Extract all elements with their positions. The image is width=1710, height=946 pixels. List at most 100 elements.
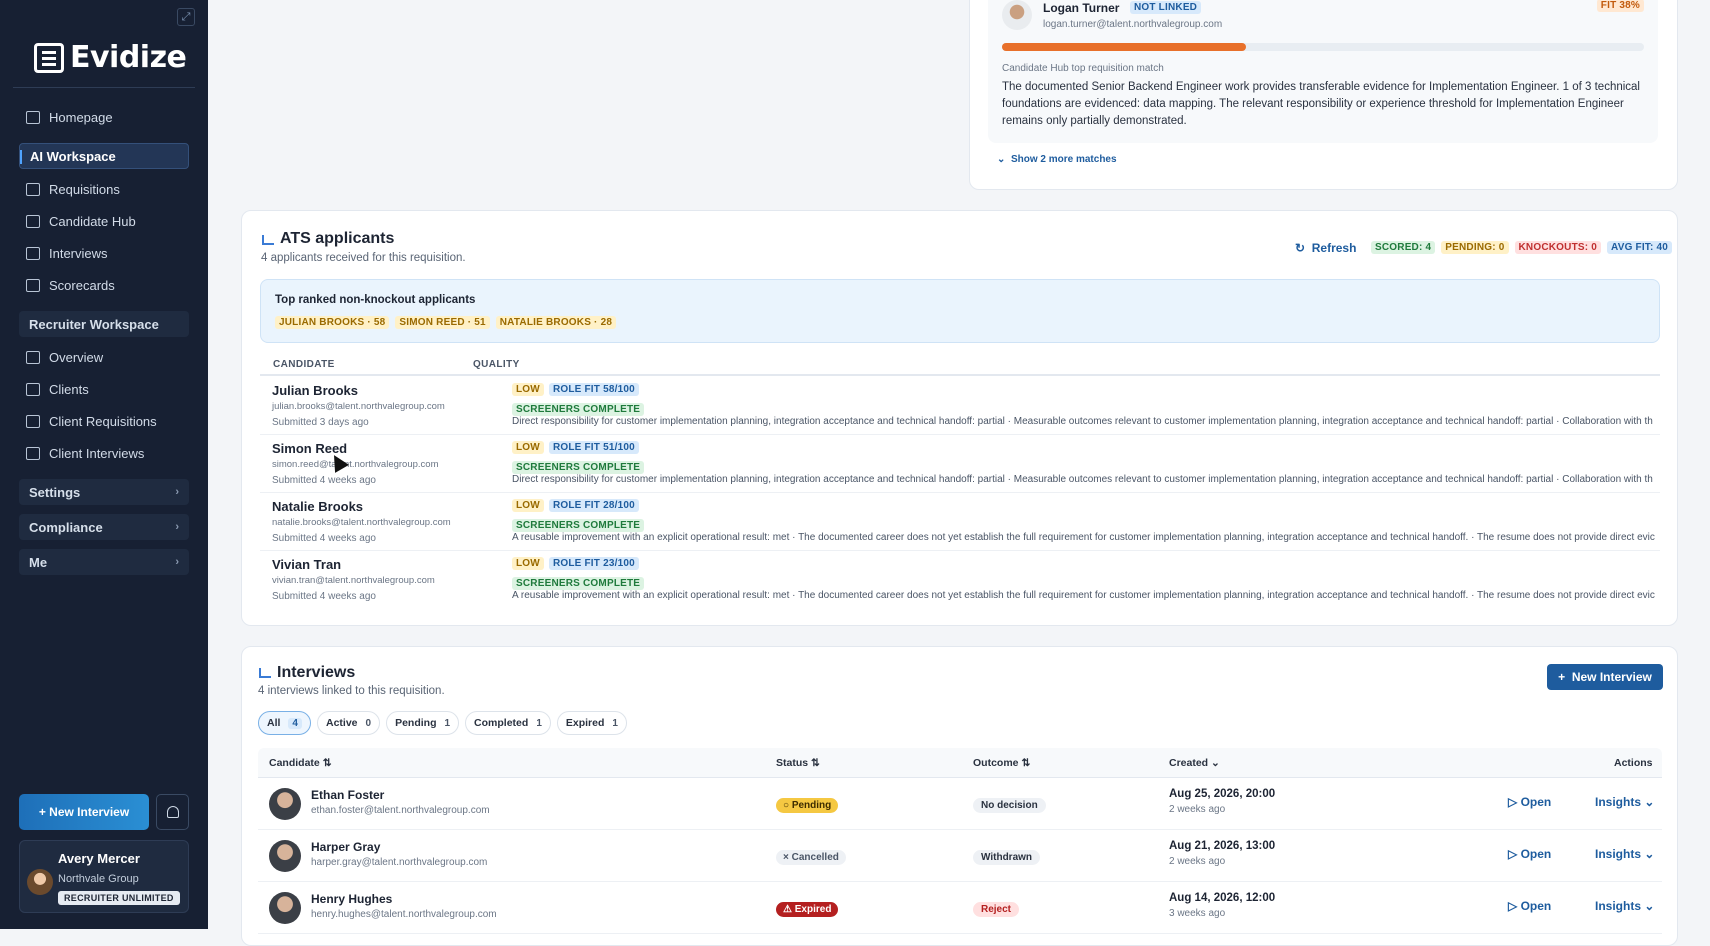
refresh-button[interactable]: ↻ Refresh (1295, 241, 1356, 255)
avatar (1002, 0, 1032, 30)
applicant-name[interactable]: Vivian Tran (272, 557, 341, 572)
open-button[interactable]: ▷ Open (1508, 899, 1551, 913)
calendar-icon (26, 246, 40, 260)
sidebar-item-client-requisitions[interactable]: Client Requisitions (0, 408, 208, 434)
sidebar-new-interview-button[interactable]: + New Interview (19, 794, 149, 830)
table-row[interactable]: Natalie Brooks natalie.brooks@talent.nor… (260, 493, 1660, 551)
sidebar-group-compliance[interactable]: Compliance › (19, 514, 189, 540)
new-interview-button[interactable]: + New Interview (1547, 664, 1663, 690)
table-row[interactable]: Julian Brooks julian.brooks@talent.north… (260, 377, 1660, 435)
open-button[interactable]: ▷ Open (1508, 795, 1551, 809)
recruiter-workspace-group[interactable]: Recruiter Workspace (19, 311, 189, 337)
sidebar-group-me[interactable]: Me › (19, 549, 189, 575)
user-card[interactable]: Avery Mercer Northvale Group RECRUITER U… (19, 840, 189, 913)
level-badge: LOW (512, 557, 544, 570)
insights-button[interactable]: Insights ⌄ (1595, 899, 1654, 913)
calendar-icon (26, 446, 40, 460)
filter-all[interactable]: All 4 (258, 711, 311, 735)
sidebar-item-client-interviews[interactable]: Client Interviews (0, 440, 208, 466)
sidebar-item-label: Candidate Hub (49, 213, 136, 229)
sidebar-item-label: Homepage (49, 109, 113, 125)
interview-candidate-name[interactable]: Harper Gray (311, 840, 380, 854)
match-label: Candidate Hub top requisition match (1002, 63, 1164, 74)
level-badge: LOW (512, 499, 544, 512)
filter-completed[interactable]: Completed 1 (465, 711, 551, 735)
sidebar-item-homepage[interactable]: Homepage (0, 104, 208, 130)
column-header-status[interactable]: Status ⇅ (776, 757, 820, 769)
group-label: Me (29, 554, 48, 570)
sidebar-item-label: Client Requisitions (49, 413, 157, 429)
column-header-candidate: CANDIDATE (273, 359, 335, 370)
column-header-outcome[interactable]: Outcome ⇅ (973, 757, 1030, 769)
table-row[interactable]: Simon Reed simon.reed@talent.northvalegr… (260, 435, 1660, 493)
link-label: Show 2 more matches (1010, 154, 1117, 165)
level-badge: LOW (512, 441, 544, 454)
play-icon: ▷ (1508, 847, 1518, 861)
filter-active[interactable]: Active 0 (316, 711, 381, 735)
fit-progress-fill (1002, 43, 1246, 51)
filter-pending[interactable]: Pending 1 (386, 711, 460, 735)
chevron-down-icon: ⌄ (997, 154, 1006, 165)
role-fit-badge: ROLE FIT 51/100 (548, 441, 639, 454)
interview-candidate-email: harper.gray@talent.northvalegroup.com (311, 857, 488, 868)
sidebar-group-settings[interactable]: Settings › (19, 479, 189, 505)
user-name: Avery Mercer (58, 851, 140, 866)
interviews-card: Interviews 4 interviews linked to this r… (241, 646, 1678, 946)
button-label: Insights (1595, 795, 1642, 809)
applicant-submitted: Submitted 3 days ago (272, 417, 369, 428)
sidebar-item-scorecards[interactable]: Scorecards (0, 272, 208, 298)
applicant-submitted: Submitted 4 weeks ago (272, 591, 376, 602)
insights-button[interactable]: Insights ⌄ (1595, 795, 1654, 809)
open-button[interactable]: ▷ Open (1508, 847, 1551, 861)
expand-icon[interactable]: ⤢ (177, 8, 195, 26)
sidebar-item-ai-workspace[interactable]: AI Workspace (19, 143, 189, 169)
button-label: New Interview (1571, 670, 1652, 684)
button-label: Open (1520, 795, 1552, 809)
filter-label: All (267, 717, 281, 729)
table-row[interactable]: Henry Hughes henry.hughes@talent.northva… (258, 882, 1662, 934)
status-badge: × Cancelled (776, 850, 846, 865)
insights-button[interactable]: Insights ⌄ (1595, 847, 1654, 861)
interview-filters: All 4 Active 0 Pending 1 Completed 1 Expired… (258, 711, 627, 735)
bell-icon (166, 806, 179, 818)
notifications-button[interactable] (156, 794, 189, 830)
sidebar-item-requisitions[interactable]: Requisitions (0, 176, 208, 202)
chevron-down-icon: ⌄ (1644, 899, 1655, 913)
interview-candidate-name[interactable]: Ethan Foster (311, 788, 384, 802)
status-label: Expired (794, 904, 832, 915)
button-label: Refresh (1311, 241, 1357, 255)
button-label: Open (1520, 847, 1552, 861)
column-header-created[interactable]: Created ⌄ (1169, 757, 1220, 769)
avg-fit-stat-badge: AVG FIT: 40 (1607, 241, 1673, 254)
applicant-name[interactable]: Julian Brooks (272, 383, 358, 398)
quality-detail: Direct responsibility for customer imple… (512, 416, 1653, 427)
applicant-email: simon.reed@talent.northvalegroup.com (272, 459, 439, 470)
column-header-candidate[interactable]: Candidate ⇅ (269, 757, 332, 769)
top-ranked-chips: JULIAN BROOKS · 58 SIMON REED · 51 NATAL… (275, 316, 617, 329)
sidebar-item-overview[interactable]: Overview (0, 344, 208, 370)
sidebar-item-candidate-hub[interactable]: Candidate Hub (0, 208, 208, 234)
sidebar-item-clients[interactable]: Clients (0, 376, 208, 402)
applicant-name[interactable]: Natalie Brooks (272, 499, 363, 514)
created-ago: 2 weeks ago (1169, 856, 1226, 867)
created-ago: 2 weeks ago (1169, 804, 1226, 815)
chevron-right-icon: › (175, 556, 179, 568)
ranked-chip[interactable]: SIMON REED · 51 (395, 316, 490, 329)
sidebar: ⤢ Evidize Homepage AI Workspace Requisit… (0, 0, 208, 929)
interview-candidate-name[interactable]: Henry Hughes (311, 892, 392, 906)
brand-logo[interactable]: Evidize (34, 40, 187, 75)
table-row[interactable]: Vivian Tran vivian.tran@talent.northvale… (260, 551, 1660, 609)
pending-stat-badge: PENDING: 0 (1441, 241, 1509, 254)
show-more-matches-link[interactable]: ⌄ Show 2 more matches (997, 154, 1117, 165)
ranked-chip[interactable]: JULIAN BROOKS · 58 (275, 316, 390, 329)
scored-stat-badge: SCORED: 4 (1371, 241, 1436, 254)
link-status-badge: NOT LINKED (1130, 1, 1202, 14)
ranked-chip[interactable]: NATALIE BROOKS · 28 (495, 316, 617, 329)
match-candidate-name[interactable]: Logan Turner (1043, 1, 1119, 15)
table-row[interactable]: Harper Gray harper.gray@talent.northvale… (258, 830, 1662, 882)
role-fit-badge: ROLE FIT 58/100 (548, 383, 639, 396)
sidebar-item-interviews[interactable]: Interviews (0, 240, 208, 266)
filter-expired[interactable]: Expired 1 (556, 711, 627, 735)
filter-label: Completed (474, 717, 529, 729)
table-row[interactable]: Ethan Foster ethan.foster@talent.northva… (258, 778, 1662, 830)
